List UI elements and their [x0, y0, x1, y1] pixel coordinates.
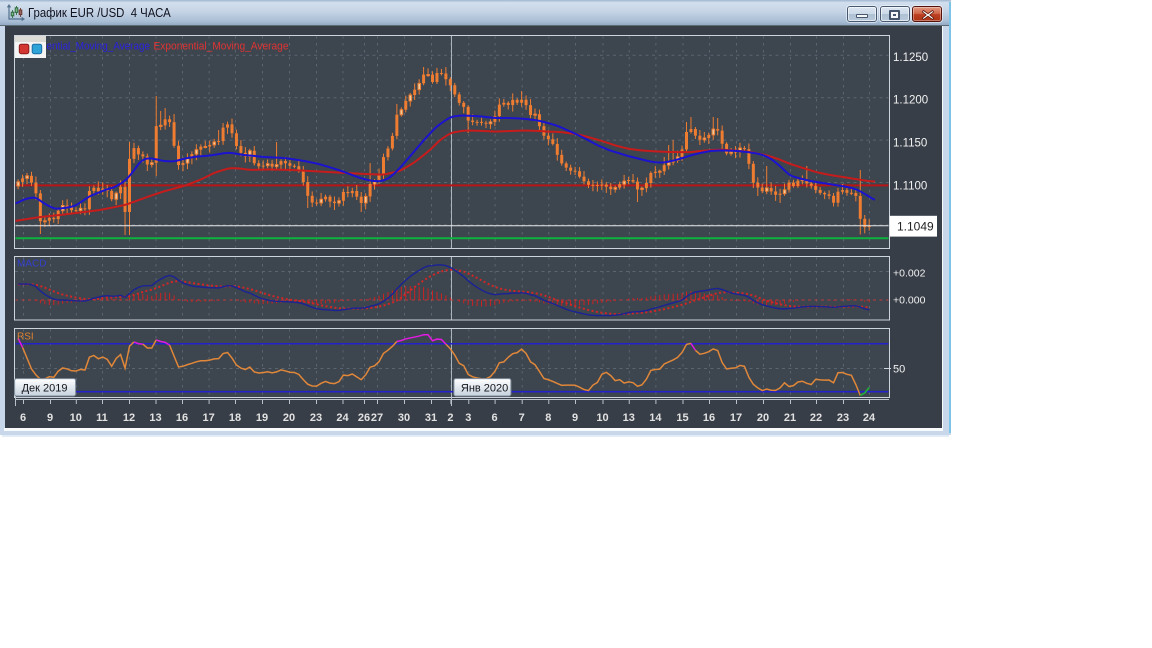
svg-text:17: 17 [730, 412, 742, 424]
svg-text:+0.000: +0.000 [893, 295, 926, 307]
svg-text:20: 20 [757, 412, 769, 424]
svg-text:24: 24 [863, 412, 876, 424]
svg-text:11: 11 [96, 412, 108, 424]
svg-text:16: 16 [176, 412, 188, 424]
svg-text:31: 31 [425, 412, 437, 424]
svg-text:6: 6 [20, 412, 26, 424]
svg-text:1.1200: 1.1200 [893, 95, 928, 107]
svg-text:8: 8 [545, 412, 551, 424]
svg-text:24: 24 [336, 412, 349, 424]
svg-text:19: 19 [256, 412, 268, 424]
svg-text:2: 2 [447, 412, 453, 424]
svg-text:14: 14 [649, 412, 662, 424]
svg-text:RSI: RSI [17, 332, 34, 343]
svg-text:20: 20 [283, 412, 295, 424]
svg-text:7: 7 [519, 412, 525, 424]
svg-text:18: 18 [229, 412, 241, 424]
svg-text:17: 17 [202, 412, 214, 424]
svg-text:9: 9 [47, 412, 53, 424]
svg-text:23: 23 [837, 412, 849, 424]
svg-text:27: 27 [371, 412, 383, 424]
svg-text:MACD: MACD [17, 259, 46, 270]
svg-text:15: 15 [676, 412, 688, 424]
svg-text:Exponential_Moving_Average: Exponential_Moving_Average [154, 41, 289, 53]
svg-text:1.1250: 1.1250 [893, 52, 928, 64]
svg-text:9: 9 [572, 412, 578, 424]
svg-text:26: 26 [358, 412, 370, 424]
svg-text:6: 6 [492, 412, 498, 424]
svg-text:10: 10 [70, 412, 82, 424]
svg-text:21: 21 [784, 412, 796, 424]
svg-text:1.1100: 1.1100 [893, 180, 927, 192]
svg-text:50: 50 [893, 364, 905, 376]
svg-text:1.1150: 1.1150 [893, 138, 927, 150]
svg-text:+0.002: +0.002 [893, 268, 926, 280]
svg-text:16: 16 [703, 412, 715, 424]
svg-text:10: 10 [596, 412, 608, 424]
svg-text:ential_Moving_Average: ential_Moving_Average [47, 41, 151, 53]
svg-text:13: 13 [149, 412, 161, 424]
svg-text:30: 30 [398, 412, 410, 424]
svg-text:12: 12 [123, 412, 135, 424]
svg-text:13: 13 [623, 412, 635, 424]
svg-text:Янв 2020: Янв 2020 [461, 383, 508, 395]
svg-text:1.1049: 1.1049 [897, 220, 934, 234]
svg-text:23: 23 [310, 412, 322, 424]
svg-text:22: 22 [810, 412, 822, 424]
svg-text:3: 3 [465, 412, 471, 424]
svg-text:Дек 2019: Дек 2019 [22, 383, 68, 395]
